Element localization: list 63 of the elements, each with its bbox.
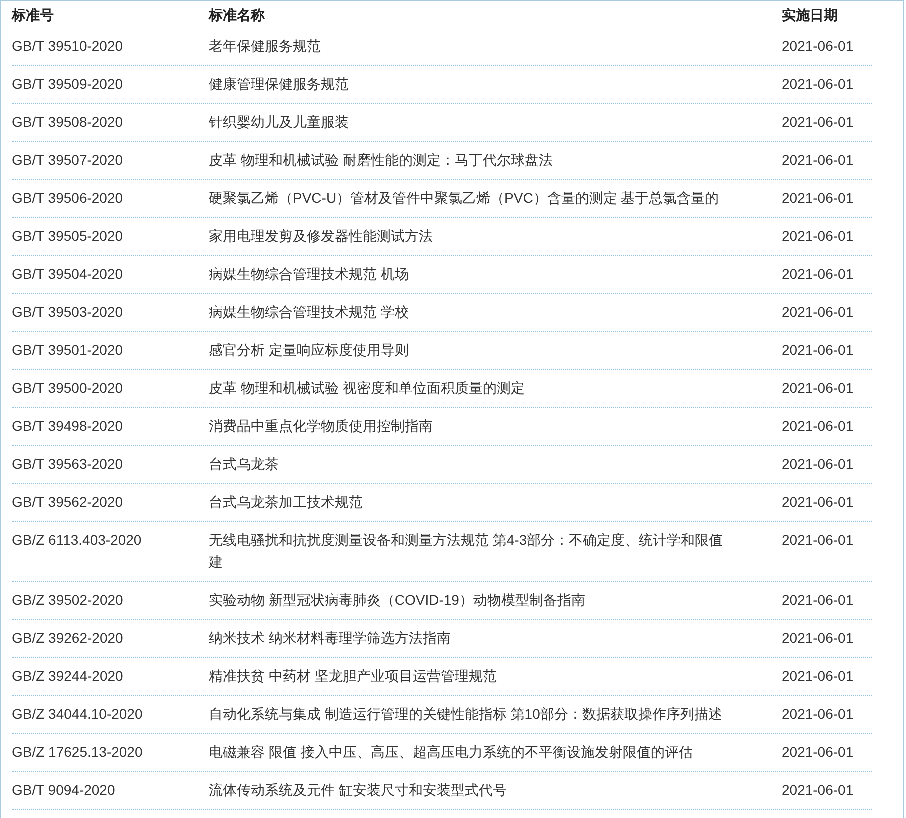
table-cell: 2021-06-01 <box>782 744 854 760</box>
table-cell: 2021-06-01 <box>782 668 854 684</box>
table-cell: 2021-06-01 <box>782 266 854 282</box>
table-cell: GB/Z 39502-2020 <box>12 592 124 608</box>
table-cell-text: 皮革 物理和机械试验 视密度和单位面积质量的测定 <box>209 379 525 398</box>
table-cell: 2021-06-01 <box>782 706 854 722</box>
table-cell-text: 针织婴幼儿及儿童服装 <box>209 113 349 132</box>
table-cell: GB/T 39508-2020 <box>12 114 124 130</box>
table-cell-text: 流体传动系统及元件 缸安装尺寸和安装型式代号 <box>209 781 507 800</box>
table-cell-text: 老年保健服务规范 <box>209 37 321 56</box>
table-cell: GB/T 39509-2020 <box>12 76 124 92</box>
table-cell-text: 消费品中重点化学物质使用控制指南 <box>209 417 433 436</box>
table-cell: 2021-06-01 <box>782 114 854 130</box>
table-cell: GB/T 39504-2020 <box>12 266 124 282</box>
table-cell: GB/T 39563-2020 <box>12 456 124 472</box>
table-cell-text: 硬聚氯乙烯（PVC-U）管材及管件中聚氯乙烯（PVC）含量的测定 基于总氯含量的 <box>209 189 720 208</box>
table-cell-text: 健康管理保健服务规范 <box>209 75 349 94</box>
table-cell: 2021-06-01 <box>782 592 854 608</box>
table-cell: 2021-06-01 <box>782 456 854 472</box>
table-cell-text: 电磁兼容 限值 接入中压、高压、超高压电力系统的不平衡设施发射限值的评估 <box>209 743 693 762</box>
table-cell: GB/T 39503-2020 <box>12 304 124 320</box>
table-cell: GB/T 39562-2020 <box>12 494 124 510</box>
table-cell-text: 实验动物 新型冠状病毒肺炎（COVID-19）动物模型制备指南 <box>209 591 586 610</box>
table-cell-text: 病媒生物综合管理技术规范 学校 <box>209 303 409 322</box>
table-cell: 2021-06-01 <box>782 190 854 206</box>
table-cell: GB/Z 34044.10-2020 <box>12 706 143 722</box>
table-cell: 2021-06-01 <box>782 418 854 434</box>
table-cell: 2021-06-01 <box>782 76 854 92</box>
table-cell: 2021-06-01 <box>782 304 854 320</box>
table-cell-text: 精准扶贫 中药材 坚龙胆产业项目运营管理规范 <box>209 667 497 686</box>
table-cell: 2021-06-01 <box>782 494 854 510</box>
table-cell: 2021-06-01 <box>782 782 854 798</box>
table-cell: 2021-06-01 <box>782 630 854 646</box>
table-cell: 2021-06-01 <box>782 152 854 168</box>
table-cell-text: 台式乌龙茶 <box>209 455 279 474</box>
column-header: 标准名称 <box>209 6 265 22</box>
table-cell: GB/T 9094-2020 <box>12 782 116 798</box>
table-cell: GB/T 39505-2020 <box>12 228 124 244</box>
table-cell: GB/Z 6113.403-2020 <box>12 532 142 548</box>
table-cell: GB/T 39501-2020 <box>12 342 124 358</box>
column-header: 实施日期 <box>782 6 838 22</box>
table-cell-text: 自动化系统与集成 制造运行管理的关键性能指标 第10部分：数据获取操作序列描述 <box>209 705 722 724</box>
table-cell-text: 台式乌龙茶加工技术规范 <box>209 493 363 512</box>
table-cell-text: 病媒生物综合管理技术规范 机场 <box>209 265 409 284</box>
table-cell-text: 无线电骚扰和抗扰度测量设备和测量方法规范 第4-3部分：不确定度、统计学和限值建 <box>209 531 724 572</box>
table-cell: 2021-06-01 <box>782 532 854 548</box>
table-cell: 2021-06-01 <box>782 38 854 54</box>
table-cell: GB/T 39510-2020 <box>12 38 124 54</box>
table-cell: GB/T 39507-2020 <box>12 152 124 168</box>
table-cell-text: 皮革 物理和机械试验 耐磨性能的测定：马丁代尔球盘法 <box>209 151 553 170</box>
table-cell-text: 感官分析 定量响应标度使用导则 <box>209 341 409 360</box>
table-cell: GB/T 39506-2020 <box>12 190 124 206</box>
column-header: 标准号 <box>12 6 54 22</box>
table-cell: GB/Z 39244-2020 <box>12 668 124 684</box>
table-cell: 2021-06-01 <box>782 380 854 396</box>
table-cell: GB/T 39500-2020 <box>12 380 124 396</box>
table-cell: GB/Z 39262-2020 <box>12 630 124 646</box>
table-cell-text: 家用电理发剪及修发器性能测试方法 <box>209 227 433 246</box>
table-cell: 2021-06-01 <box>782 342 854 358</box>
table-cell: 2021-06-01 <box>782 228 854 244</box>
table-cell: GB/T 39498-2020 <box>12 418 124 434</box>
table-cell: GB/Z 17625.13-2020 <box>12 744 143 760</box>
table-cell-text: 纳米技术 纳米材料毒理学筛选方法指南 <box>209 629 451 648</box>
